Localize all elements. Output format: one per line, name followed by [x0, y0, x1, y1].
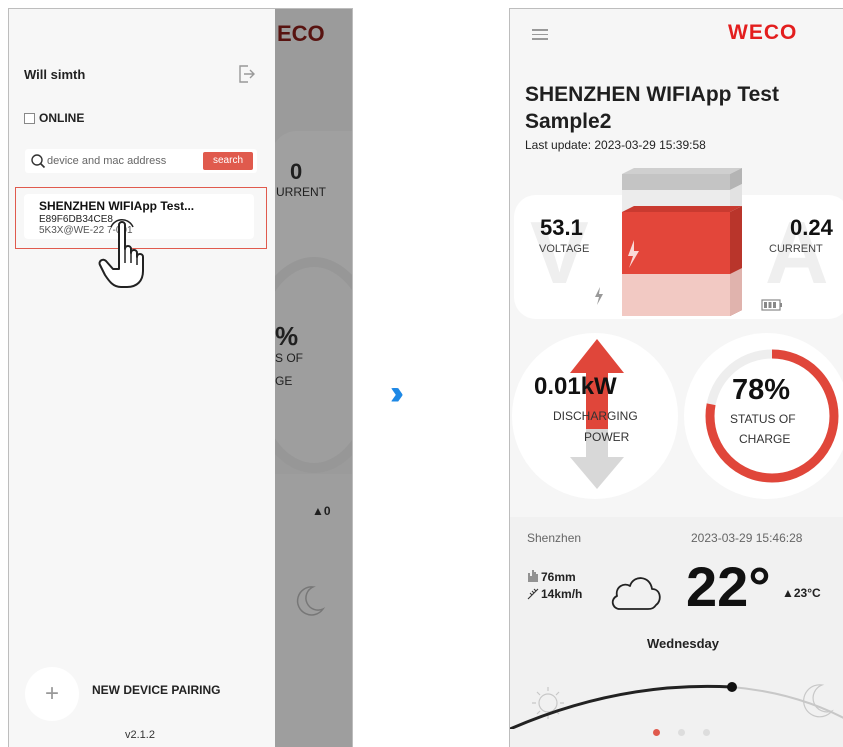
- soc-label-line1: STATUS OF: [730, 412, 796, 426]
- wind-value: 14km/h: [541, 587, 583, 601]
- battery-illustration: [622, 168, 742, 316]
- voltage-label: VOLTAGE: [539, 243, 590, 255]
- current-value: 0.24: [790, 215, 833, 240]
- device-name: SHENZHEN WIFIApp Test Sample2: [525, 83, 779, 133]
- voltage-value: 53.1: [540, 215, 583, 240]
- tap-hand-icon: [98, 219, 144, 288]
- bolt-icon: [595, 287, 603, 305]
- phone-screen-drawer: ECO 0 URRENT % S OF GE ▲0 Will simth ONL…: [8, 8, 353, 747]
- sun-path-icon: [510, 682, 843, 729]
- soc-value: 78%: [732, 374, 791, 406]
- weather-city: Shenzhen: [527, 531, 582, 545]
- user-name: Will simth: [24, 67, 86, 82]
- new-device-pairing-label[interactable]: NEW DEVICE PAIRING: [92, 683, 220, 697]
- temperature-high: ▲23°C: [782, 586, 821, 600]
- brand-logo: WECO: [728, 21, 798, 44]
- search-bar: search: [25, 149, 257, 173]
- drawer-scrim[interactable]: [275, 9, 352, 747]
- search-input[interactable]: [47, 153, 207, 169]
- plus-icon[interactable]: +: [25, 667, 79, 721]
- side-drawer: Will simth ONLINE search SHENZHEN WIFIAp…: [9, 9, 275, 747]
- page-dot-1[interactable]: [653, 729, 660, 736]
- page-dot-3[interactable]: [703, 729, 710, 736]
- search-icon: [31, 154, 46, 169]
- weather-datetime: 2023-03-29 15:46:28: [691, 531, 803, 545]
- wind-icon: [527, 588, 539, 600]
- temperature-value: 22°: [686, 555, 771, 618]
- menu-icon[interactable]: [532, 29, 548, 41]
- page-dot-2[interactable]: [678, 729, 685, 736]
- current-label: CURRENT: [769, 243, 823, 255]
- phone-screen-dashboard: WECO SHENZHEN WIFIApp Test Sample2 Last …: [509, 8, 843, 747]
- online-checkbox[interactable]: [24, 112, 35, 124]
- page-indicator[interactable]: [653, 729, 710, 736]
- device-title: SHENZHEN WIFIApp Test...: [39, 199, 195, 213]
- last-update: Last update: 2023-03-29 15:39:58: [525, 138, 706, 152]
- rain-value: 76mm: [541, 570, 576, 584]
- power-label-line1: DISCHARGING: [553, 409, 638, 423]
- transition-arrow-icon: ›››: [390, 374, 404, 412]
- app-version: v2.1.2: [125, 729, 155, 741]
- soc-label-line2: CHARGE: [739, 432, 791, 446]
- cloud-icon: [611, 577, 661, 610]
- logout-icon[interactable]: [237, 64, 257, 84]
- power-label-line2: POWER: [584, 430, 630, 444]
- weather-day: Wednesday: [647, 636, 720, 651]
- rain-icon: [528, 570, 538, 582]
- battery-level-icon: [761, 299, 782, 311]
- search-button[interactable]: search: [203, 152, 253, 170]
- online-filter[interactable]: ONLINE: [24, 111, 84, 125]
- online-label: ONLINE: [39, 111, 85, 125]
- power-value: 0.01kW: [534, 373, 617, 400]
